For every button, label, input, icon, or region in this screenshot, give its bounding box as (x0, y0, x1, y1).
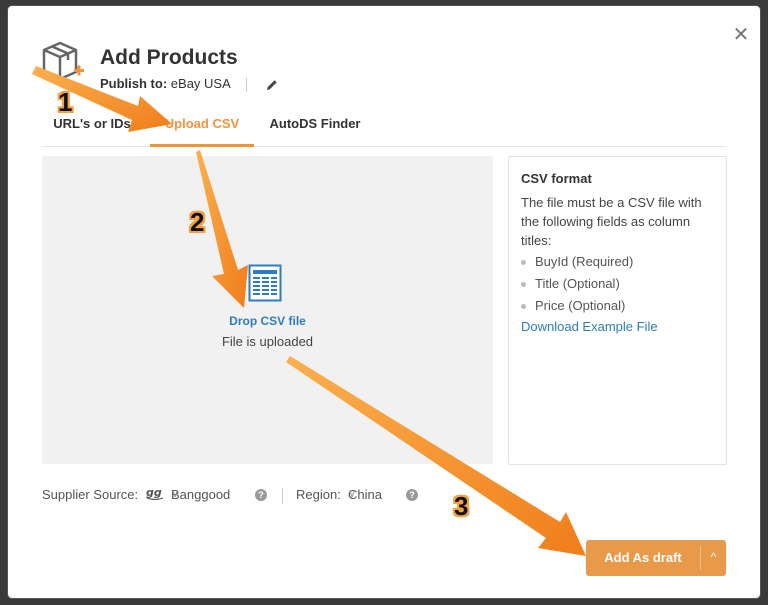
chevron-down-icon: ∨ (171, 488, 180, 500)
chevron-up-icon[interactable]: ^ (701, 540, 726, 576)
publish-target: Publish to: eBay USA (100, 76, 278, 92)
svg-text:gg: gg (146, 486, 162, 499)
tab-bar: URL's or IDs Upload CSV AutoDS Finder (42, 108, 726, 147)
region-label: Region: (296, 487, 341, 502)
csv-file-icon (248, 264, 282, 302)
bullet-icon (521, 260, 526, 266)
field-name: Price (Optional) (535, 298, 626, 313)
bullet-icon (521, 282, 526, 288)
chevron-down-icon: ∨ (348, 488, 357, 500)
divider (245, 77, 247, 92)
field-name: BuyId (Required) (535, 254, 634, 269)
drop-csv-label[interactable]: Drop CSV file (42, 314, 493, 328)
csv-field-list: BuyId (Required) Title (Optional) Price … (521, 251, 633, 317)
step-3-marker: 3 (454, 491, 469, 521)
csv-format-panel: CSV format The file must be a CSV file w… (508, 156, 727, 465)
divider (282, 488, 283, 504)
banggood-logo-icon: gg (146, 486, 164, 503)
step-1-marker: 1 (58, 87, 73, 117)
add-as-draft-label[interactable]: Add As draft (586, 540, 700, 576)
field-name: Title (Optional) (535, 276, 620, 291)
help-icon[interactable]: ? (255, 489, 267, 501)
list-item: BuyId (Required) (521, 251, 633, 273)
step-2-marker: 2 (190, 207, 205, 237)
page-title: Add Products (100, 46, 238, 69)
publish-label: Publish to: (100, 76, 168, 91)
product-box-icon (42, 41, 84, 81)
bullet-icon (521, 304, 526, 310)
pencil-icon[interactable] (266, 79, 278, 91)
tab-upload-csv[interactable]: Upload CSV (150, 108, 254, 147)
supplier-value: Banggood (171, 487, 231, 502)
list-item: Price (Optional) (521, 295, 633, 317)
csv-format-description: The file must be a CSV file with the fol… (521, 195, 702, 248)
add-as-draft-button[interactable]: Add As draft ^ (586, 540, 726, 576)
publish-value: eBay USA (170, 76, 231, 91)
list-item: Title (Optional) (521, 273, 633, 295)
csv-dropzone[interactable]: Drop CSV file File is uploaded (42, 156, 493, 464)
tab-autods-finder[interactable]: AutoDS Finder (264, 108, 366, 144)
supplier-source-label: Supplier Source: (42, 487, 139, 502)
help-icon[interactable]: ? (406, 489, 418, 501)
download-example-link[interactable]: Download Example File (521, 319, 658, 334)
close-icon[interactable]: ✕ (730, 24, 752, 46)
upload-status: File is uploaded (221, 334, 314, 349)
csv-format-heading: CSV format (521, 171, 592, 186)
